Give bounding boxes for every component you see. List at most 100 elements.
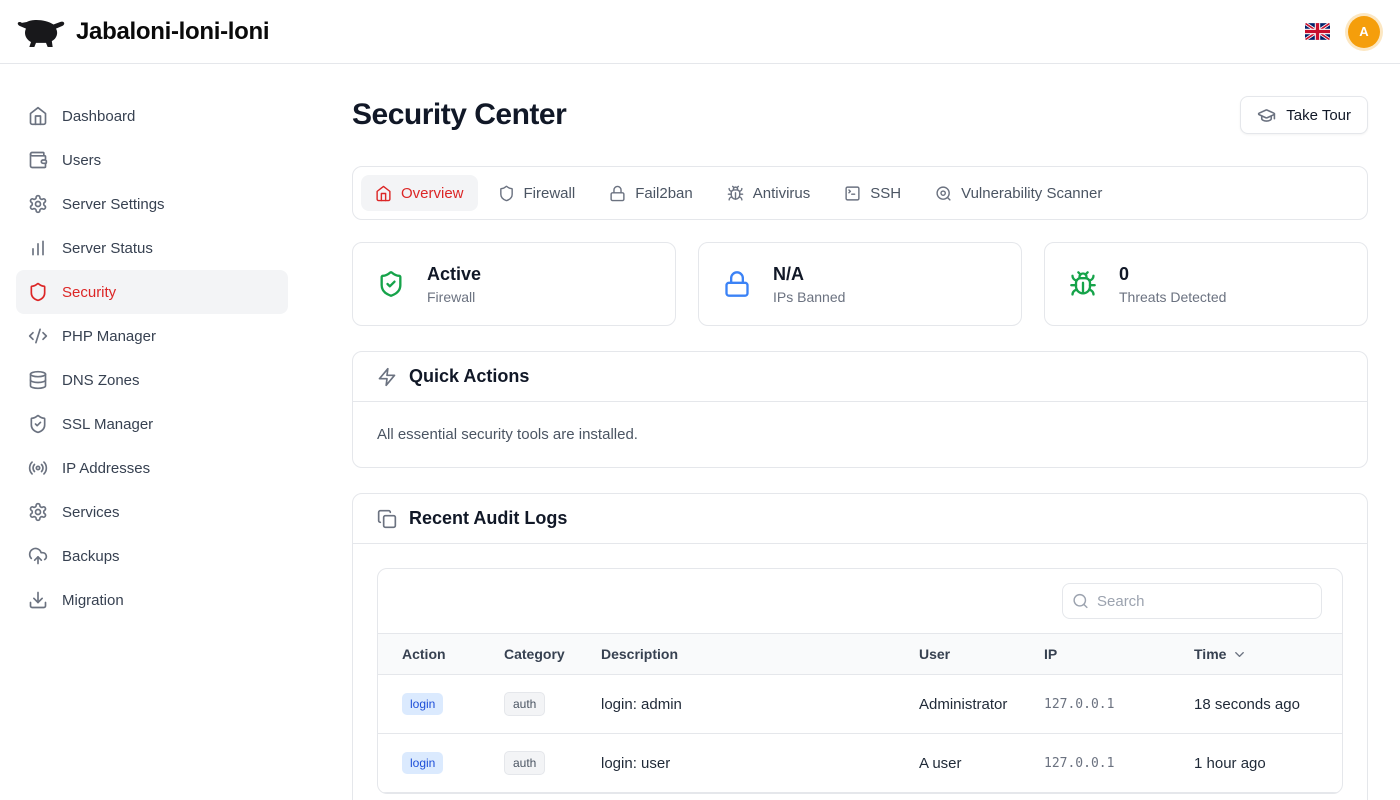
security-tabs: Overview Firewall Fail2ban Antivirus SSH… <box>352 166 1368 220</box>
sidebar-item-label: Server Settings <box>62 196 165 213</box>
sidebar-item-users[interactable]: Users <box>16 138 288 182</box>
sidebar-item-label: Migration <box>62 592 124 609</box>
scan-search-icon <box>935 185 952 202</box>
shield-icon <box>28 282 48 302</box>
sidebar-item-dashboard[interactable]: Dashboard <box>16 94 288 138</box>
tab-label: Overview <box>401 185 464 202</box>
database-icon <box>28 370 48 390</box>
table-row[interactable]: login auth login: user A user 127.0.0.1 … <box>378 734 1342 793</box>
sidebar-item-label: Server Status <box>62 240 153 257</box>
stat-label: Firewall <box>427 287 481 307</box>
stat-value: N/A <box>773 261 845 287</box>
ip-cell: 127.0.0.1 <box>1028 675 1178 734</box>
stat-value: Active <box>427 261 481 287</box>
action-badge: login <box>402 752 443 774</box>
lock-icon <box>723 270 751 298</box>
download-icon <box>28 590 48 610</box>
sidebar-item-security[interactable]: Security <box>16 270 288 314</box>
stat-label: Threats Detected <box>1119 287 1226 307</box>
take-tour-button[interactable]: Take Tour <box>1240 96 1368 134</box>
column-header-user[interactable]: User <box>903 634 1028 675</box>
search-input[interactable] <box>1062 583 1322 619</box>
cloud-upload-icon <box>28 546 48 566</box>
bull-logo-icon <box>16 14 66 50</box>
category-badge: auth <box>504 692 545 716</box>
quick-actions-title: Quick Actions <box>409 366 529 387</box>
bug-icon <box>727 185 744 202</box>
sidebar-item-label: Security <box>62 284 116 301</box>
sidebar-item-backups[interactable]: Backups <box>16 534 288 578</box>
tab-overview[interactable]: Overview <box>361 175 478 211</box>
gear-icon <box>28 194 48 214</box>
graduation-cap-icon <box>1257 106 1276 125</box>
user-cell: A user <box>903 734 1028 793</box>
user-cell: Administrator <box>903 675 1028 734</box>
stat-card-threats: 0 Threats Detected <box>1044 242 1368 326</box>
sidebar-item-ssl-manager[interactable]: SSL Manager <box>16 402 288 446</box>
time-cell: 1 hour ago <box>1178 734 1342 793</box>
shield-check-icon <box>28 414 48 434</box>
radio-waves-icon <box>28 458 48 478</box>
sidebar-item-label: SSL Manager <box>62 416 153 433</box>
table-row[interactable]: login auth login: admin Administrator 12… <box>378 675 1342 734</box>
column-header-action[interactable]: Action <box>378 634 488 675</box>
sidebar: Dashboard Users Server Settings Server S… <box>0 64 304 800</box>
tab-vulnerability-scanner[interactable]: Vulnerability Scanner <box>921 175 1116 211</box>
column-header-description[interactable]: Description <box>585 634 903 675</box>
sidebar-item-label: Backups <box>62 548 120 565</box>
quick-actions-panel: Quick Actions All essential security too… <box>352 351 1368 468</box>
tab-fail2ban[interactable]: Fail2ban <box>595 175 707 211</box>
main-content: Security Center Take Tour Overview Firew… <box>304 64 1400 800</box>
lock-icon <box>609 185 626 202</box>
description-cell: login: user <box>585 734 903 793</box>
description-cell: login: admin <box>585 675 903 734</box>
tab-antivirus[interactable]: Antivirus <box>713 175 825 211</box>
tab-label: Firewall <box>524 185 576 202</box>
sidebar-item-ip-addresses[interactable]: IP Addresses <box>16 446 288 490</box>
tab-firewall[interactable]: Firewall <box>484 175 590 211</box>
column-header-category[interactable]: Category <box>488 634 585 675</box>
stat-card-firewall: Active Firewall <box>352 242 676 326</box>
search-icon <box>1072 593 1089 610</box>
sidebar-item-label: Dashboard <box>62 108 135 125</box>
sidebar-item-php-manager[interactable]: PHP Manager <box>16 314 288 358</box>
stat-card-ips-banned: N/A IPs Banned <box>698 242 1022 326</box>
home-icon <box>28 106 48 126</box>
bar-chart-icon <box>28 238 48 258</box>
take-tour-label: Take Tour <box>1286 107 1351 124</box>
tab-label: Antivirus <box>753 185 811 202</box>
sidebar-item-label: IP Addresses <box>62 460 150 477</box>
sidebar-item-label: Services <box>62 504 120 521</box>
column-header-ip[interactable]: IP <box>1028 634 1178 675</box>
uk-flag-icon[interactable] <box>1305 23 1330 40</box>
zap-icon <box>377 367 397 387</box>
tab-ssh[interactable]: SSH <box>830 175 915 211</box>
user-avatar[interactable]: A <box>1348 16 1380 48</box>
code-icon <box>28 326 48 346</box>
search-box <box>1062 583 1322 619</box>
brand: Jabaloni-loni-loni <box>16 14 269 50</box>
sidebar-item-label: DNS Zones <box>62 372 140 389</box>
audit-logs-table-card: Action Category Description User IP Time <box>377 568 1343 794</box>
stat-label: IPs Banned <box>773 287 845 307</box>
page-title: Security Center <box>352 98 566 132</box>
audit-logs-panel: Recent Audit Logs <box>352 493 1368 800</box>
ip-cell: 127.0.0.1 <box>1028 734 1178 793</box>
column-header-time[interactable]: Time <box>1178 634 1342 675</box>
chevron-down-icon <box>1232 647 1247 662</box>
tab-label: SSH <box>870 185 901 202</box>
sidebar-item-services[interactable]: Services <box>16 490 288 534</box>
tab-label: Fail2ban <box>635 185 693 202</box>
terminal-icon <box>844 185 861 202</box>
top-header: Jabaloni-loni-loni A <box>0 0 1400 64</box>
wallet-icon <box>28 150 48 170</box>
sidebar-item-migration[interactable]: Migration <box>16 578 288 622</box>
sidebar-item-dns-zones[interactable]: DNS Zones <box>16 358 288 402</box>
sidebar-item-server-settings[interactable]: Server Settings <box>16 182 288 226</box>
shield-icon <box>498 185 515 202</box>
quick-actions-message: All essential security tools are install… <box>377 426 638 443</box>
sidebar-item-label: Users <box>62 152 101 169</box>
category-badge: auth <box>504 751 545 775</box>
audit-logs-table: Action Category Description User IP Time <box>378 633 1342 793</box>
sidebar-item-server-status[interactable]: Server Status <box>16 226 288 270</box>
